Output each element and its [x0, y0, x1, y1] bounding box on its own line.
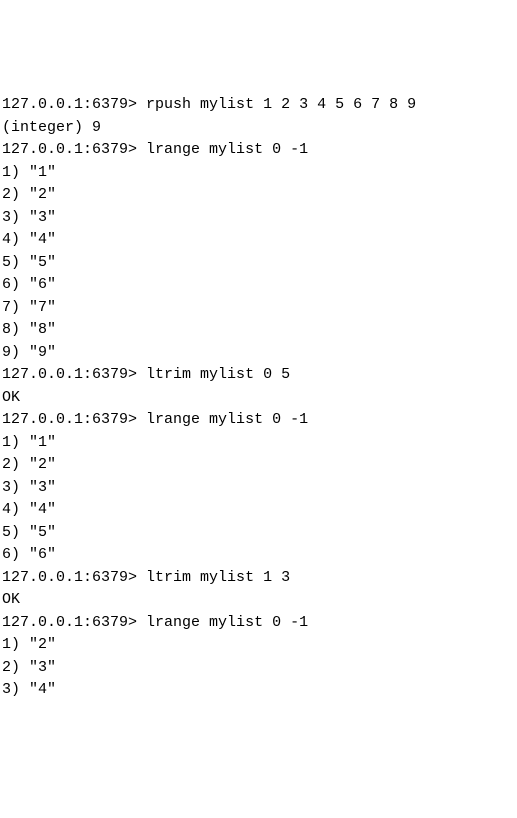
command-input: lrange mylist 0 -1	[146, 411, 308, 428]
command-line: 127.0.0.1:6379> ltrim mylist 0 5	[2, 364, 515, 387]
output-line: 9) "9"	[2, 342, 515, 365]
prompt: 127.0.0.1:6379>	[2, 614, 137, 631]
prompt: 127.0.0.1:6379>	[2, 96, 137, 113]
output-line: 3) "3"	[2, 477, 515, 500]
command-line: 127.0.0.1:6379> lrange mylist 0 -1	[2, 612, 515, 635]
prompt: 127.0.0.1:6379>	[2, 141, 137, 158]
output-line: 2) "3"	[2, 657, 515, 680]
output-line: 1) "1"	[2, 432, 515, 455]
prompt: 127.0.0.1:6379>	[2, 569, 137, 586]
prompt: 127.0.0.1:6379>	[2, 366, 137, 383]
prompt: 127.0.0.1:6379>	[2, 411, 137, 428]
output-line: OK	[2, 387, 515, 410]
output-line: 2) "2"	[2, 184, 515, 207]
output-line: 5) "5"	[2, 522, 515, 545]
command-input: lrange mylist 0 -1	[146, 614, 308, 631]
terminal-output[interactable]: 127.0.0.1:6379> rpush mylist 1 2 3 4 5 6…	[2, 94, 515, 702]
command-input: ltrim mylist 0 5	[146, 366, 290, 383]
output-line: OK	[2, 589, 515, 612]
output-line: 6) "6"	[2, 544, 515, 567]
output-line: 4) "4"	[2, 499, 515, 522]
command-line: 127.0.0.1:6379> rpush mylist 1 2 3 4 5 6…	[2, 94, 515, 117]
output-line: 8) "8"	[2, 319, 515, 342]
output-line: 5) "5"	[2, 252, 515, 275]
command-input: lrange mylist 0 -1	[146, 141, 308, 158]
command-input: rpush mylist 1 2 3 4 5 6 7 8 9	[146, 96, 416, 113]
output-line: 3) "3"	[2, 207, 515, 230]
output-line: 4) "4"	[2, 229, 515, 252]
command-line: 127.0.0.1:6379> ltrim mylist 1 3	[2, 567, 515, 590]
output-line: 7) "7"	[2, 297, 515, 320]
output-line: (integer) 9	[2, 117, 515, 140]
output-line: 1) "1"	[2, 162, 515, 185]
output-line: 6) "6"	[2, 274, 515, 297]
command-line: 127.0.0.1:6379> lrange mylist 0 -1	[2, 139, 515, 162]
output-line: 3) "4"	[2, 679, 515, 702]
command-line: 127.0.0.1:6379> lrange mylist 0 -1	[2, 409, 515, 432]
command-input: ltrim mylist 1 3	[146, 569, 290, 586]
output-line: 1) "2"	[2, 634, 515, 657]
output-line: 2) "2"	[2, 454, 515, 477]
